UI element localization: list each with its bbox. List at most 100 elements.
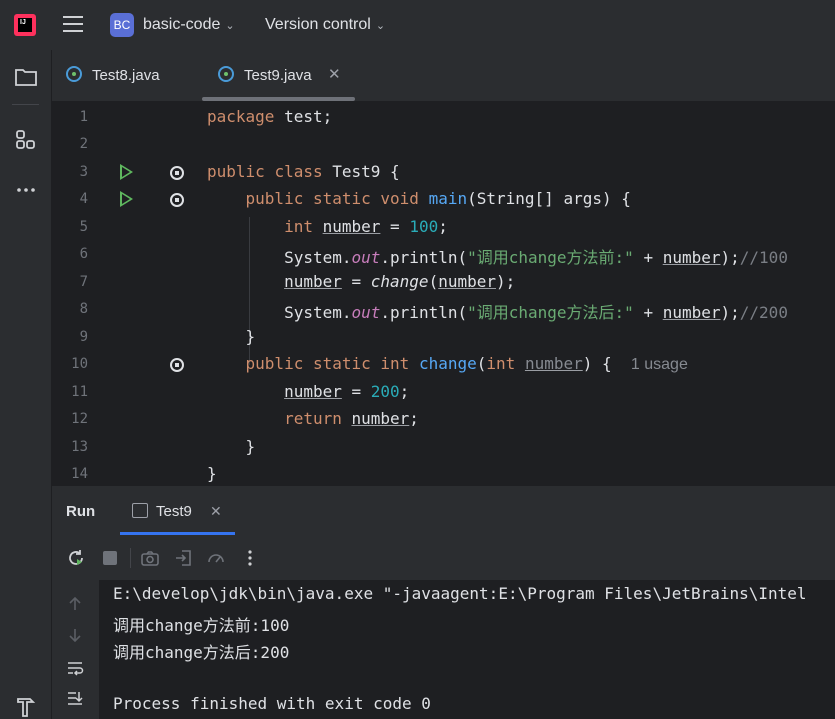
code-text: ); bbox=[720, 248, 740, 267]
code-text: Test9 { bbox=[322, 162, 400, 181]
attach-icon[interactable] bbox=[174, 548, 194, 568]
line-number: 10 bbox=[71, 356, 88, 372]
code-text: ; bbox=[399, 382, 410, 401]
more-tools-icon[interactable] bbox=[14, 178, 38, 202]
arrow-up-icon[interactable] bbox=[65, 594, 85, 614]
profiler-icon[interactable] bbox=[206, 548, 226, 568]
line-number: 3 bbox=[79, 164, 88, 180]
tab-label: Test8.java bbox=[92, 67, 160, 84]
java-class-icon bbox=[66, 66, 82, 82]
project-badge[interactable]: BC bbox=[110, 13, 134, 37]
code-text: = bbox=[341, 382, 371, 401]
project-selector[interactable]: basic-code ⌄ bbox=[143, 16, 235, 34]
code-text: ) { bbox=[582, 354, 612, 373]
soft-wrap-icon[interactable] bbox=[65, 658, 85, 678]
code-text: } bbox=[245, 327, 256, 346]
line-number: 11 bbox=[71, 384, 88, 400]
breakpoint-gutter-icon[interactable] bbox=[170, 166, 184, 180]
code-text: } bbox=[245, 437, 256, 456]
code-text: + bbox=[633, 248, 663, 267]
line-number: 13 bbox=[71, 439, 88, 455]
sidebar-divider bbox=[12, 104, 39, 105]
usage-hint[interactable]: 1 usage bbox=[631, 356, 688, 373]
keyword: package bbox=[207, 107, 275, 126]
tab-test8[interactable]: Test8.java bbox=[66, 50, 196, 101]
line-number: 2 bbox=[79, 136, 88, 152]
variable: number bbox=[351, 409, 410, 428]
code-line: 8 System.out.println("调用change方法后:" + nu… bbox=[52, 296, 835, 323]
method-name: main bbox=[428, 189, 468, 208]
comment: //100 bbox=[739, 248, 788, 267]
run-gutter-icon[interactable] bbox=[120, 191, 133, 207]
variable: number bbox=[284, 382, 342, 401]
run-tab-label: Test9 bbox=[156, 503, 192, 520]
breakpoint-gutter-icon[interactable] bbox=[170, 193, 184, 207]
project-name: basic-code bbox=[143, 16, 221, 33]
number-literal: 200 bbox=[370, 382, 400, 401]
code-line: 4 public static void main(String[] args)… bbox=[52, 186, 835, 213]
static-field: out bbox=[351, 303, 381, 322]
console-output[interactable]: E:\develop\jdk\bin\java.exe "-javaagent:… bbox=[99, 580, 835, 719]
more-options-icon[interactable] bbox=[240, 548, 260, 568]
variable: number bbox=[322, 217, 381, 236]
line-number: 7 bbox=[79, 274, 88, 290]
method-call: change bbox=[370, 272, 429, 291]
keyword: public bbox=[245, 189, 304, 208]
code-text: ; bbox=[409, 409, 419, 428]
vcs-selector[interactable]: Version control ⌄ bbox=[265, 16, 385, 34]
code-text: .println( bbox=[380, 303, 468, 322]
keyword: void bbox=[380, 189, 419, 208]
line-number: 8 bbox=[79, 301, 88, 317]
code-text: = bbox=[341, 272, 371, 291]
static-field: out bbox=[351, 248, 381, 267]
rerun-icon[interactable] bbox=[66, 548, 86, 568]
code-text: } bbox=[207, 464, 217, 483]
code-line: 13 } bbox=[52, 434, 835, 461]
code-text: ); bbox=[720, 303, 740, 322]
code-text: ( bbox=[476, 354, 487, 373]
code-text: ); bbox=[496, 272, 516, 291]
line-number: 1 bbox=[79, 109, 88, 125]
method-name: change bbox=[418, 354, 477, 373]
line-number: 4 bbox=[79, 191, 88, 207]
console-icon bbox=[132, 503, 148, 518]
scroll-to-end-icon[interactable] bbox=[65, 688, 85, 708]
close-icon[interactable]: ✕ bbox=[210, 503, 222, 520]
number-literal: 100 bbox=[409, 217, 439, 236]
close-icon[interactable]: ✕ bbox=[328, 65, 341, 83]
run-gutter-icon[interactable] bbox=[120, 164, 133, 180]
run-panel-title: Run bbox=[66, 503, 96, 520]
console-line: E:\develop\jdk\bin\java.exe "-javaagent:… bbox=[113, 584, 807, 603]
chevron-down-icon: ⌄ bbox=[375, 20, 386, 32]
camera-icon[interactable] bbox=[140, 548, 160, 568]
build-hammer-icon[interactable] bbox=[14, 695, 38, 719]
comment: //200 bbox=[739, 303, 788, 322]
code-line: 12 return number; bbox=[52, 406, 835, 433]
main-menu-icon[interactable] bbox=[63, 16, 83, 34]
code-line: 6 System.out.println("调用change方法前:" + nu… bbox=[52, 241, 835, 268]
code-text: System. bbox=[284, 248, 352, 267]
code-editor[interactable]: 1 package test; 2 3 public class Test9 {… bbox=[52, 101, 835, 485]
arrow-down-icon[interactable] bbox=[65, 625, 85, 645]
breakpoint-gutter-icon[interactable] bbox=[170, 358, 184, 372]
run-toolbar bbox=[52, 536, 835, 580]
code-text: .println( bbox=[380, 248, 468, 267]
code-line: 7 number = change(number); bbox=[52, 269, 835, 296]
keyword: static bbox=[312, 354, 371, 373]
console-side-toolbar bbox=[52, 580, 99, 719]
code-text: + bbox=[633, 303, 663, 322]
toolbar-divider bbox=[130, 548, 131, 568]
code-text: (String[] args) { bbox=[467, 189, 631, 208]
line-number: 6 bbox=[79, 246, 88, 262]
structure-icon[interactable] bbox=[14, 128, 38, 152]
keyword: public bbox=[245, 354, 304, 373]
code-line: 14 } bbox=[52, 461, 835, 485]
line-number: 14 bbox=[71, 466, 88, 482]
code-line: 3 public class Test9 { bbox=[52, 159, 835, 186]
line-number: 9 bbox=[79, 329, 88, 345]
variable: number bbox=[284, 272, 342, 291]
intellij-logo-icon[interactable]: IJ bbox=[14, 14, 36, 36]
stop-icon[interactable] bbox=[100, 548, 120, 568]
folder-icon[interactable] bbox=[14, 65, 38, 89]
code-line: 10 public static int change(int number) … bbox=[52, 351, 835, 378]
